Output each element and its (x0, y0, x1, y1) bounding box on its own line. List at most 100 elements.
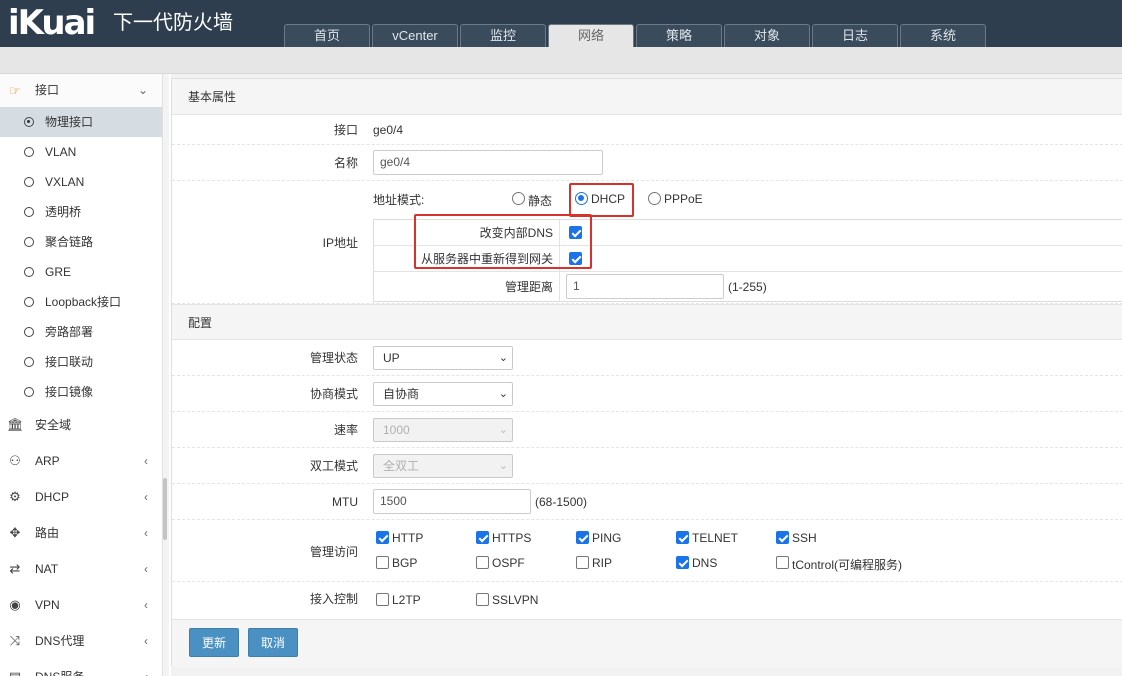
mtu-label: MTU (332, 495, 358, 509)
sidebar-item-mirror[interactable]: 接口镜像 (0, 377, 162, 407)
tab-home[interactable]: 首页 (284, 24, 370, 47)
chevron-down-icon: ⌄ (498, 424, 508, 436)
sidebar-scrollbar[interactable] (163, 74, 169, 676)
sidebar-item-label: 接口联动 (45, 355, 94, 369)
chevron-left-icon: ‹ (144, 526, 148, 540)
sidebar-item-bypass[interactable]: 旁路部署 (0, 317, 162, 347)
sidebar-group-arp[interactable]: ⚇ ARP ‹ (0, 443, 162, 479)
sidebar-item-label: 旁路部署 (45, 325, 94, 339)
interface-row: 接口 ge0/4 (172, 115, 1122, 145)
sidebar-item-label: Loopback接口 (45, 295, 122, 309)
radio-dot-icon (24, 207, 34, 217)
tab-logs[interactable]: 日志 (812, 24, 898, 47)
access-control-row: 接入控制 L2TP SSLVPN (172, 582, 1122, 616)
sidebar-scroll-thumb[interactable] (163, 478, 167, 540)
exchange-icon: ⇄ (9, 561, 21, 576)
tab-vcenter[interactable]: vCenter (372, 24, 458, 47)
sidebar-item-aggregation[interactable]: 聚合链路 (0, 227, 162, 257)
sidebar-item-gre[interactable]: GRE (0, 257, 162, 287)
sidebar-group-label: VPN (35, 598, 60, 612)
access-ping-checkbox[interactable] (576, 531, 589, 544)
access-ping-label: PING (592, 531, 622, 545)
sidebar-item-vlan[interactable]: VLAN (0, 137, 162, 167)
chevron-down-icon: ⌄ (137, 83, 148, 97)
sidebar-item-label: VXLAN (45, 175, 85, 189)
main-content: 基本属性 接口 ge0/4 名称 ge0/4 IP地址 地址模式: 静态 DHC… (171, 74, 1122, 676)
negotiation-value: 自协商 (383, 387, 420, 401)
sidebar-item-loopback[interactable]: Loopback接口 (0, 287, 162, 317)
sidebar-group-label: DNS代理 (35, 634, 85, 648)
access-l2tp-checkbox[interactable] (376, 593, 389, 606)
distance-input[interactable]: 1 (566, 274, 724, 299)
chevron-left-icon: ‹ (144, 562, 148, 576)
access-http-label: HTTP (392, 531, 424, 545)
server-icon: ▤ (7, 659, 23, 676)
interface-label: 接口 (333, 123, 358, 137)
cancel-button[interactable]: 取消 (248, 628, 298, 657)
radio-dot-icon (24, 267, 34, 277)
form-footer: 更新 取消 (172, 619, 1122, 667)
admin-state-select[interactable]: UP ⌄ (373, 346, 513, 370)
access-dns-checkbox[interactable] (676, 556, 689, 569)
sidebar-group-vpn[interactable]: ◉ VPN ‹ (0, 587, 162, 623)
radio-dot-icon (24, 327, 34, 337)
access-telnet-checkbox[interactable] (676, 531, 689, 544)
sidebar-group-routing[interactable]: ✥ 路由 ‹ (0, 515, 162, 551)
access-dns-label: DNS (692, 556, 718, 570)
sidebar-group-dhcp[interactable]: ⚙ DHCP ‹ (0, 479, 162, 515)
section-config-title: 配置 (172, 304, 1122, 340)
access-tcontrol-checkbox[interactable] (776, 556, 789, 569)
sidebar-item-linkage[interactable]: 接口联动 (0, 347, 162, 377)
sidebar-group-security-zone[interactable]: 🏛 安全域 (0, 407, 162, 443)
sidebar-group-nat[interactable]: ⇄ NAT ‹ (0, 551, 162, 587)
admin-state-label: 管理状态 (309, 351, 358, 365)
mode-static-radio[interactable] (512, 192, 525, 205)
name-input[interactable]: ge0/4 (373, 150, 603, 175)
access-sslvpn-label: SSLVPN (492, 593, 539, 607)
access-rip-label: RIP (592, 556, 613, 570)
access-sslvpn-checkbox[interactable] (476, 593, 489, 606)
sidebar-item-physical-interface[interactable]: 物理接口 (0, 107, 162, 137)
mtu-hint: (68-1500) (535, 495, 588, 509)
tab-objects[interactable]: 对象 (724, 24, 810, 47)
access-rip-checkbox[interactable] (576, 556, 589, 569)
sidebar-item-label: VLAN (45, 145, 77, 159)
sidebar-group-dns-proxy[interactable]: ⤨ DNS代理 ‹ (0, 623, 162, 659)
sidebar-item-label: 接口镜像 (45, 385, 94, 399)
shuffle-icon: ⤨ (9, 633, 21, 648)
access-http-checkbox[interactable] (376, 531, 389, 544)
bank-icon: 🏛 (7, 417, 24, 432)
access-tcontrol-label: tControl(可编程服务) (792, 558, 903, 572)
access-https-label: HTTPS (492, 531, 532, 545)
access-https-checkbox[interactable] (476, 531, 489, 544)
access-bgp-checkbox[interactable] (376, 556, 389, 569)
sidebar: ☞ 接口 ⌄ 物理接口 VLAN VXLAN 透明桥 聚合链路 GRE Loop… (0, 74, 163, 676)
sidebar-group-label: 路由 (35, 526, 60, 540)
dns-gateway-highlight-box (414, 214, 592, 269)
negotiation-select[interactable]: 自协商 ⌄ (373, 382, 513, 406)
sidebar-group-dns-service[interactable]: ▤ DNS服务 ‹ (0, 659, 162, 676)
tab-monitor[interactable]: 监控 (460, 24, 546, 47)
product-subtitle: 下一代防火墙 (113, 10, 233, 34)
tab-system[interactable]: 系统 (900, 24, 986, 47)
tab-network[interactable]: 网络 (548, 24, 634, 47)
mode-pppoe-radio[interactable] (648, 192, 661, 205)
access-ssh-checkbox[interactable] (776, 531, 789, 544)
sidebar-item-bridge[interactable]: 透明桥 (0, 197, 162, 227)
chevron-left-icon: ‹ (144, 634, 148, 648)
access-ssh-label: SSH (792, 531, 817, 545)
tab-policy[interactable]: 策略 (636, 24, 722, 47)
mtu-input[interactable]: 1500 (373, 489, 531, 514)
radio-dot-icon (24, 357, 34, 367)
management-access-row: 管理访问 HTTP HTTPS PING TELNET SSH BGP OSPF… (172, 520, 1122, 582)
access-ospf-checkbox[interactable] (476, 556, 489, 569)
sub-bar (0, 47, 1122, 74)
ikuai-logo: iKuai (8, 3, 96, 43)
network-icon: ⚙ (9, 489, 21, 504)
sidebar-group-interface[interactable]: ☞ 接口 ⌄ (0, 74, 162, 107)
update-button[interactable]: 更新 (189, 628, 239, 657)
mode-static-label: 静态 (528, 194, 553, 208)
sidebar-item-label: 物理接口 (45, 115, 94, 129)
radio-dot-icon (24, 297, 34, 307)
sidebar-item-vxlan[interactable]: VXLAN (0, 167, 162, 197)
